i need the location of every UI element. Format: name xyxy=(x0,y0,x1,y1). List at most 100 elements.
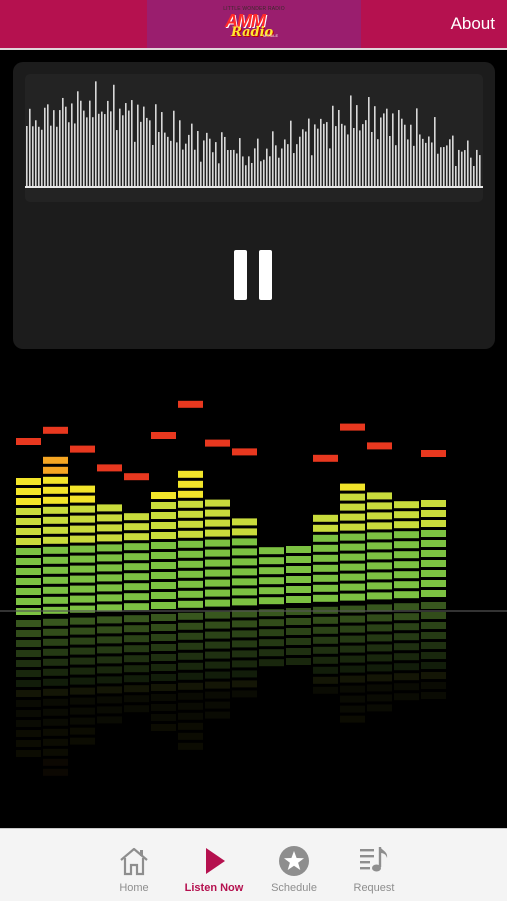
eq-segment xyxy=(43,556,68,564)
eq-segment xyxy=(313,564,338,572)
eq-segment xyxy=(151,522,176,529)
eq-peak-segment xyxy=(16,438,41,445)
eq-segment xyxy=(178,510,203,518)
tab-schedule-label: Schedule xyxy=(271,882,317,894)
waveform-bar xyxy=(326,122,328,186)
waveform-bar xyxy=(173,110,175,186)
logo-container[interactable]: LITTLE WONDER RADIO AMM Radio MOBILE xyxy=(147,0,361,48)
waveform-bar xyxy=(464,150,466,186)
waveform-bar xyxy=(188,134,190,186)
eq-reflection-segment xyxy=(340,655,365,663)
eq-reflection-segment xyxy=(313,636,338,644)
eq-segment xyxy=(421,520,446,527)
waveform-bar xyxy=(320,118,322,186)
waveform-bar xyxy=(170,140,172,186)
eq-segment xyxy=(151,502,176,509)
waveform-bar xyxy=(80,100,82,186)
star-icon xyxy=(279,846,309,876)
waveform-bar xyxy=(476,149,478,186)
eq-reflection-segment xyxy=(70,657,95,665)
eq-segment xyxy=(340,523,365,531)
eq-segment xyxy=(16,578,41,585)
eq-segment xyxy=(16,478,41,485)
eq-segment xyxy=(70,535,95,543)
eq-reflection-segment xyxy=(124,615,149,623)
eq-reflection-segment xyxy=(124,685,149,693)
eq-peak-segment xyxy=(97,464,122,472)
eq-reflection-segment xyxy=(259,619,284,627)
eq-segment xyxy=(421,560,446,567)
waveform-bar xyxy=(185,143,187,186)
eq-reflection-segment xyxy=(367,674,392,682)
eq-peak-segment xyxy=(340,423,365,431)
eq-reflection-segment xyxy=(232,670,257,678)
waveform-bar xyxy=(299,136,301,186)
waveform-bar xyxy=(155,104,157,186)
eq-segment xyxy=(232,548,257,556)
pause-button[interactable] xyxy=(234,250,272,300)
eq-segment xyxy=(43,596,68,604)
eq-reflection-segment xyxy=(16,630,41,637)
eq-segment xyxy=(178,540,203,548)
eq-reflection-segment xyxy=(97,636,122,644)
eq-reflection-segment xyxy=(178,702,203,710)
eq-segment xyxy=(43,476,68,484)
waveform-bar xyxy=(38,126,40,186)
eq-segment xyxy=(124,553,149,561)
eq-segment xyxy=(16,518,41,525)
equalizer-graphic xyxy=(0,400,507,776)
eq-reflection-segment xyxy=(124,695,149,703)
eq-segment xyxy=(178,490,203,498)
eq-segment xyxy=(232,568,257,576)
waveform-bar xyxy=(389,136,391,186)
waveform-bar xyxy=(29,108,31,186)
station-logo: LITTLE WONDER RADIO AMM Radio MOBILE xyxy=(223,4,285,44)
waveform-bar xyxy=(383,113,385,186)
eq-reflection-segment xyxy=(70,687,95,695)
eq-segment xyxy=(16,568,41,575)
tab-home[interactable]: Home xyxy=(94,829,174,901)
tab-request[interactable]: Request xyxy=(334,829,414,901)
eq-reflection-segment xyxy=(43,638,68,646)
waveform-baseline xyxy=(25,186,483,188)
eq-reflection-segment xyxy=(151,624,176,631)
tab-listen-now[interactable]: Listen Now xyxy=(174,829,254,901)
eq-reflection-segment xyxy=(124,625,149,633)
waveform-bar xyxy=(236,153,238,186)
eq-reflection-segment xyxy=(394,603,419,611)
eq-reflection-segment xyxy=(367,694,392,702)
waveform-bar xyxy=(377,139,379,186)
waveform-bar xyxy=(428,136,430,186)
eq-segment xyxy=(205,519,230,527)
waveform-bar xyxy=(353,128,355,186)
waveform-bar xyxy=(386,108,388,186)
eq-segment xyxy=(205,579,230,587)
eq-segment xyxy=(394,591,419,599)
about-button[interactable]: About xyxy=(451,14,495,34)
tab-schedule[interactable]: Schedule xyxy=(254,829,334,901)
eq-reflection-segment xyxy=(43,688,68,696)
eq-segment xyxy=(16,588,41,595)
waveform-bar xyxy=(344,125,346,186)
waveform-bar xyxy=(431,142,433,186)
eq-reflection-segment xyxy=(43,658,68,666)
eq-segment xyxy=(70,515,95,523)
waveform-bar xyxy=(446,145,448,186)
eq-segment xyxy=(178,480,203,488)
eq-reflection-segment xyxy=(97,616,122,624)
eq-reflection-segment xyxy=(367,654,392,662)
eq-segment xyxy=(394,561,419,569)
eq-segment xyxy=(205,509,230,517)
eq-segment xyxy=(205,499,230,507)
eq-reflection-segment xyxy=(313,656,338,664)
eq-segment xyxy=(151,532,176,539)
waveform-bar xyxy=(293,153,295,186)
waveform-bar xyxy=(53,110,55,186)
eq-segment xyxy=(286,556,311,563)
waveform-bar xyxy=(347,134,349,186)
eq-peak-segment xyxy=(205,439,230,447)
eq-reflection-segment xyxy=(286,648,311,655)
eq-reflection-segment xyxy=(151,614,176,621)
waveform-bar xyxy=(296,144,298,186)
eq-segment xyxy=(43,456,68,464)
